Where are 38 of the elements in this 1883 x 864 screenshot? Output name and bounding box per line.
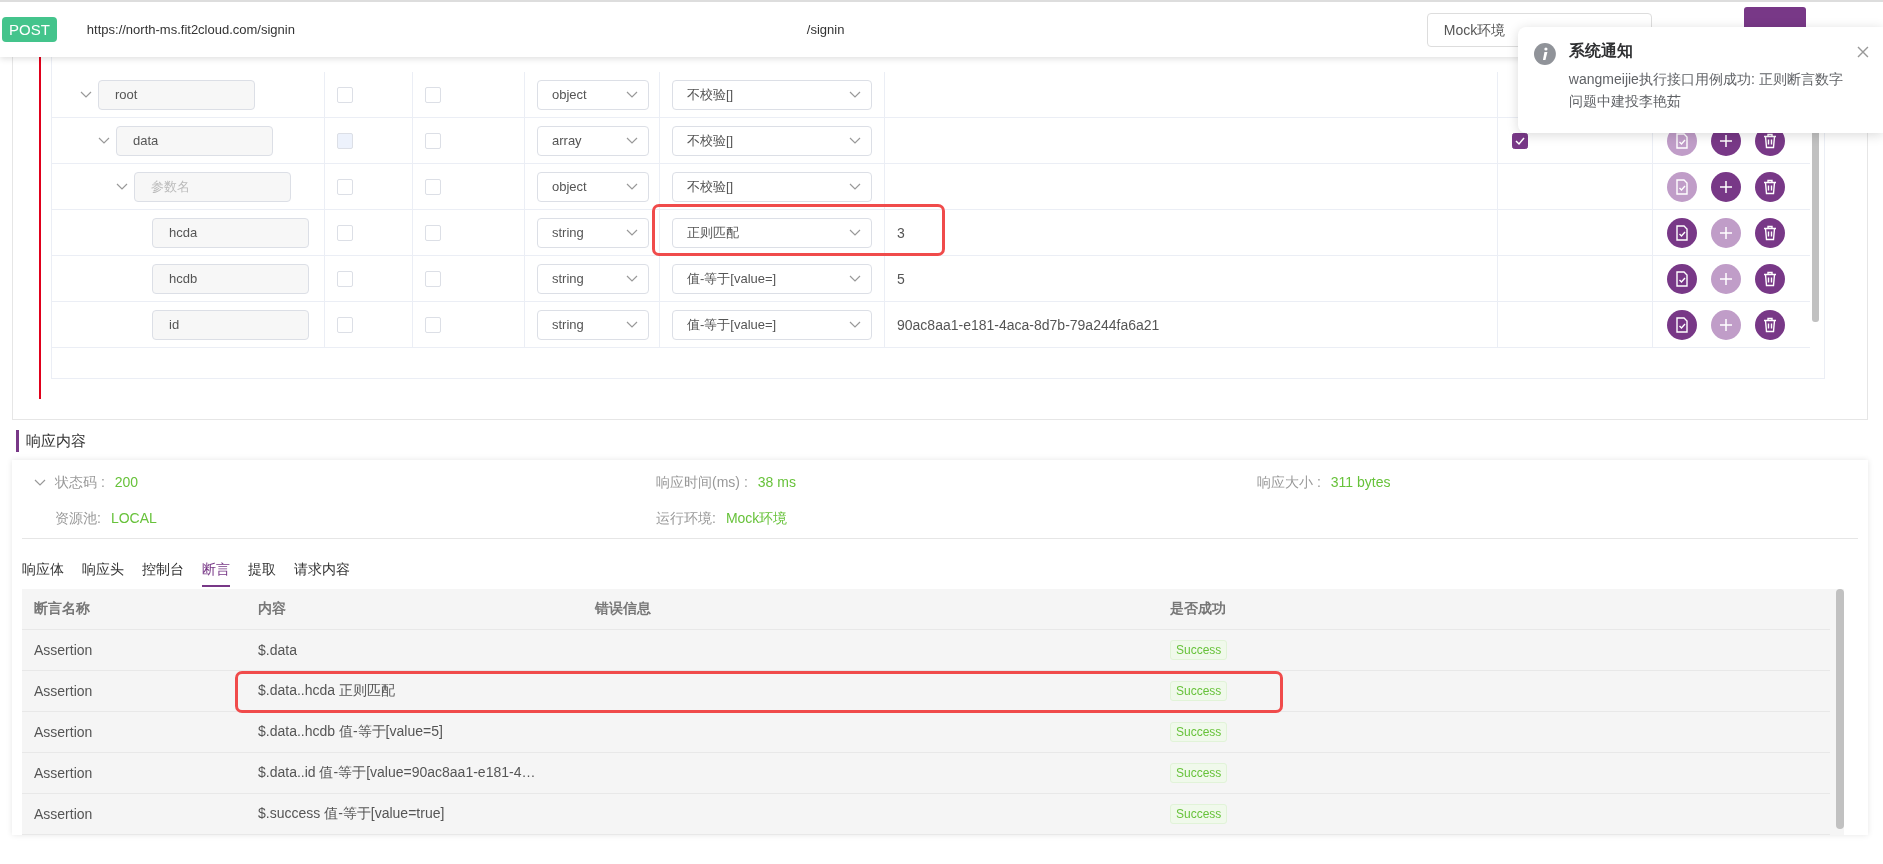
table-cell-text: $.data: [258, 642, 298, 658]
table-cell-text: $.data..id 值-等于[value=90ac8aa1-e181-4…: [258, 764, 537, 782]
status-tag: Success: [1170, 804, 1228, 824]
notification-message: wangmeijie执行接口用例成功: 正则断言数字问题中建投李艳茹: [1568, 70, 1844, 111]
stat-value: Mock环境: [725, 510, 788, 526]
value-text: 90ac8aa1-e181-4aca-8d7b-79a244fa6a21: [897, 316, 1160, 333]
section-title: 响应内容: [16, 430, 1883, 452]
table-cell-text: $.success 值-等于[value=true]: [258, 805, 446, 823]
table-cell-text: $.data..hcda 正则匹配: [258, 682, 396, 700]
stat-value: 311 bytes: [1330, 474, 1391, 490]
status-tag: Success: [1170, 763, 1228, 783]
value-text: 3: [897, 224, 905, 241]
table-cell-text: $.data..hcdb 值-等于[value=5]: [258, 723, 444, 741]
table-cell-text: Assertion: [34, 683, 94, 699]
table-cell-text: Assertion: [34, 642, 94, 658]
stat-label: 运行环境:: [656, 510, 716, 526]
status-tag: Success: [1170, 722, 1228, 742]
method-badge: POST: [2, 17, 57, 42]
stat-label: 资源池:: [55, 510, 101, 526]
notification-title: 系统通知: [1568, 41, 1634, 61]
column-header: 错误信息: [595, 600, 652, 618]
table-cell-text: Assertion: [34, 806, 94, 822]
column-header: 内容: [258, 600, 287, 618]
column-header: 是否成功: [1170, 600, 1227, 618]
stat-value: 200: [114, 474, 139, 490]
column-header: 断言名称: [34, 600, 91, 618]
url-text: https://north-ms.fit2cloud.com/signin: [86, 22, 296, 37]
stat-label: 响应大小 :: [1257, 474, 1321, 490]
value-text: 5: [897, 270, 905, 287]
stat-value: LOCAL: [110, 510, 157, 526]
stat-value: 38 ms: [757, 474, 796, 490]
status-tag: Success: [1170, 681, 1228, 701]
status-tag: Success: [1170, 640, 1228, 660]
table-cell-text: Assertion: [34, 765, 94, 781]
table-cell-text: Assertion: [34, 724, 94, 740]
stat-label: 状态码 :: [55, 474, 105, 490]
stat-label: 响应时间(ms) :: [656, 474, 748, 490]
path-text: /signin: [806, 22, 846, 37]
